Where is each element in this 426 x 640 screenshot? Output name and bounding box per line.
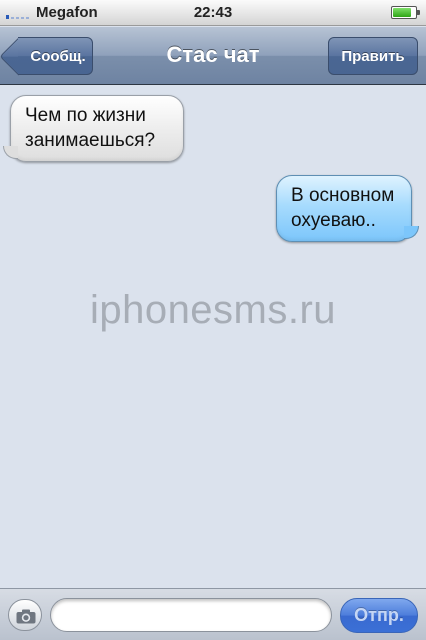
message-input-bar: Отпр. [0,588,426,640]
message-input[interactable] [50,598,332,632]
edit-button-label: Править [341,47,405,65]
back-button[interactable]: Сообщ. [18,37,93,75]
navigation-bar: Стас чат Сообщ. Править [0,27,426,85]
messages-screen: Megafon 22:43 Стас чат Сообщ. Править Че… [0,0,426,640]
camera-button[interactable] [8,599,42,631]
watermark: iphonesms.ru [89,288,337,332]
status-time: 22:43 [193,4,233,21]
edit-button[interactable]: Править [328,37,418,75]
outgoing-message-text: В основном охуеваю.. [291,185,395,231]
battery-level-fill [393,8,411,17]
outgoing-message-bubble: В основном охуеваю.. [276,175,419,242]
status-bar: Megafon 22:43 [0,0,426,26]
incoming-message-text: Чем по жизни занимаешься? [25,105,156,151]
battery-icon [391,6,420,19]
camera-icon [16,609,36,624]
incoming-message-bubble: Чем по жизни занимаешься? [3,95,184,162]
send-button[interactable]: Отпр. [340,598,418,633]
back-button-label: Сообщ. [30,47,86,65]
send-button-label: Отпр. [354,605,404,625]
